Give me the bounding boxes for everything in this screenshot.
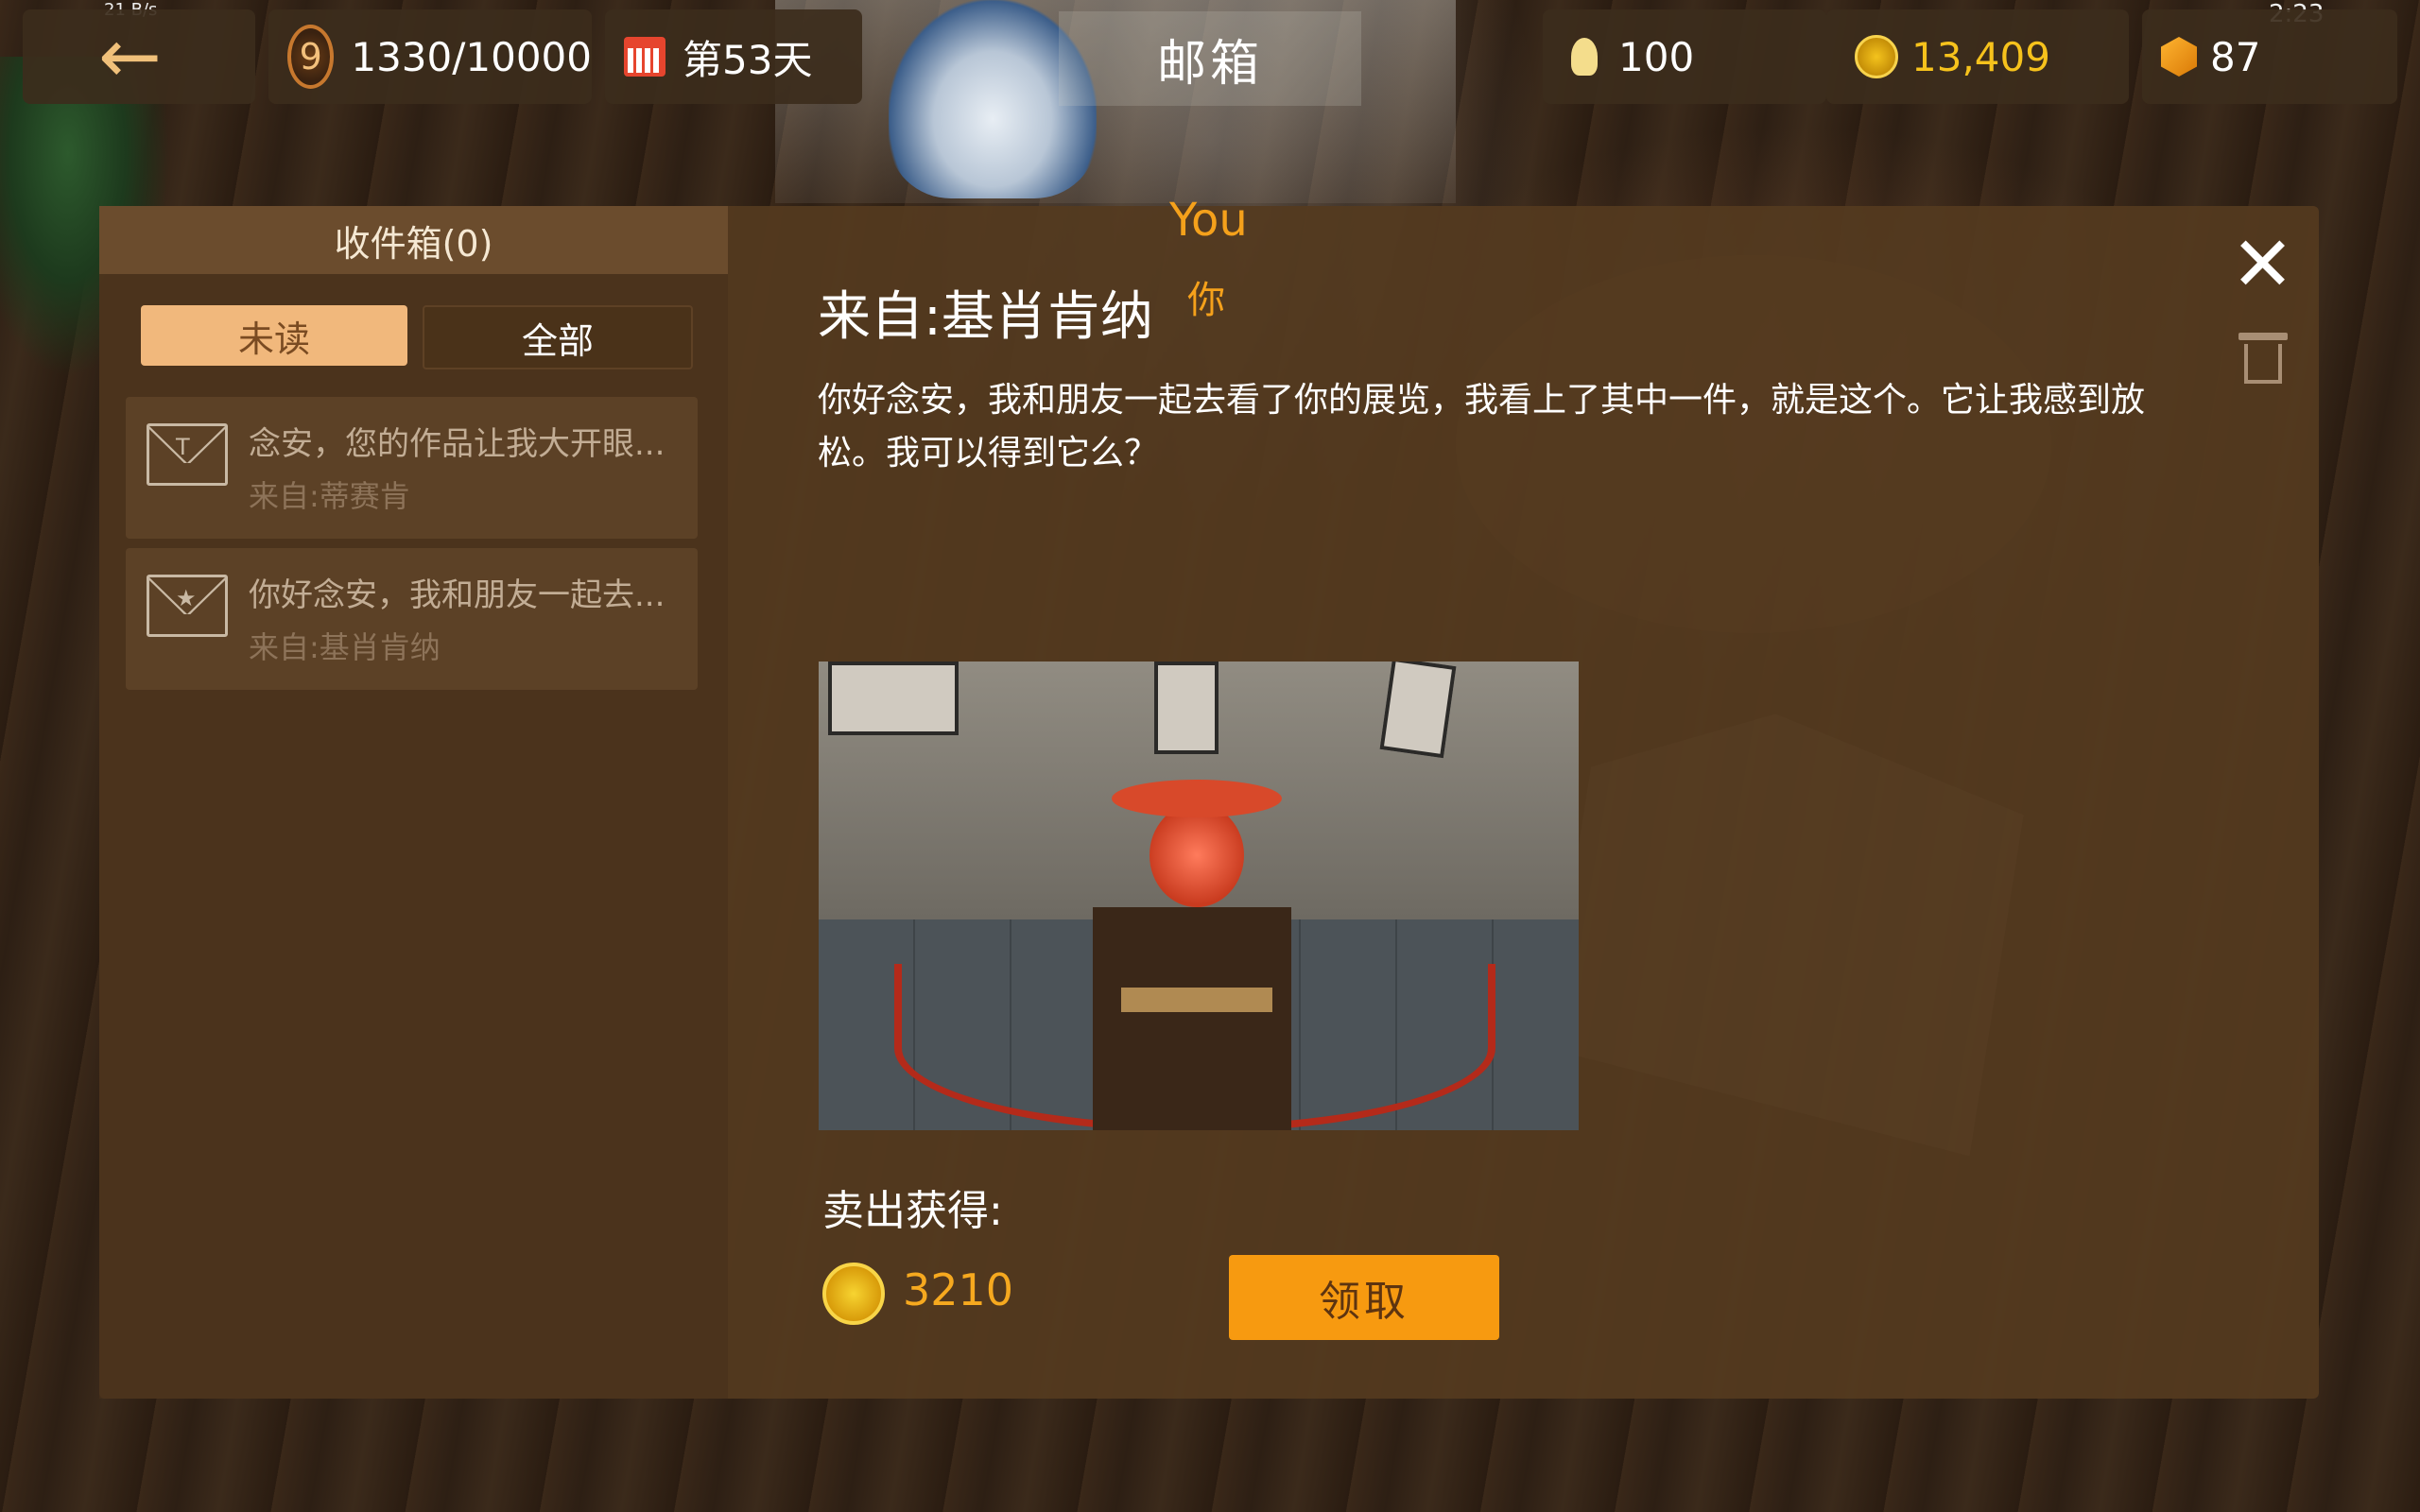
- bulb-count: 100: [1618, 33, 1695, 80]
- overlay-label-zh: 你: [1187, 279, 1225, 322]
- gem-count: 87: [2210, 33, 2261, 80]
- lightbulb-icon: [1571, 38, 1598, 76]
- red-vase: [1150, 803, 1244, 907]
- coin-icon: [1855, 35, 1898, 78]
- mail-list-item[interactable]: ★ 你好念安，我和朋友一起去... 来自:基肖肯纳: [126, 548, 698, 690]
- overlay-label-en: You: [1169, 194, 1248, 247]
- calendar-icon: [624, 37, 666, 77]
- trash-body: [2244, 344, 2282, 384]
- red-vase-lip: [1112, 780, 1282, 817]
- page-title: 邮箱: [1059, 11, 1361, 106]
- mail-body: 你好念安，我和朋友一起去看了你的展览，我看上了其中一件，就是这个。它让我感到放松…: [818, 381, 2146, 472]
- gem-counter: 87: [2142, 9, 2397, 104]
- inbox-sidebar: 收件箱(0) 未读 全部 T 念安，您的作品让我大开眼... 来自:蒂赛肯 ★ …: [99, 206, 728, 1399]
- artwork-photo: [819, 662, 1579, 1130]
- mail-sender: 来自:基肖肯纳: [249, 629, 441, 665]
- coin-count: 13,409: [1911, 33, 2050, 80]
- mail-subject: 念安，您的作品让我大开眼...: [249, 425, 666, 463]
- tab-unread[interactable]: 未读: [141, 305, 407, 366]
- bulb-counter: 100: [1543, 9, 1826, 104]
- back-arrow-icon: ←: [98, 12, 163, 100]
- close-icon[interactable]: ✕: [2231, 227, 2294, 302]
- level-badge: 9: [287, 25, 335, 89]
- envelope-symbol: ★: [176, 585, 197, 611]
- photo-frame: [1379, 662, 1457, 759]
- back-button[interactable]: ←: [23, 9, 255, 104]
- day-text: 第53天: [683, 36, 813, 83]
- mail-list-item[interactable]: T 念安，您的作品让我大开眼... 来自:蒂赛肯: [126, 397, 698, 539]
- photo-frame: [828, 662, 959, 735]
- photo-frame: [1154, 662, 1219, 754]
- mail-sender-title: 来自:基肖肯纳: [818, 286, 1153, 348]
- cube-icon: [2161, 37, 2197, 77]
- sell-label: 卖出获得:: [822, 1187, 1003, 1235]
- day-display: 第53天: [605, 9, 862, 104]
- envelope-icon: T: [147, 423, 228, 486]
- inbox-header: 收件箱(0): [99, 206, 728, 274]
- claim-button[interactable]: 领取: [1229, 1255, 1499, 1340]
- envelope-symbol: T: [176, 434, 190, 460]
- tab-all[interactable]: 全部: [423, 305, 693, 369]
- level-display: 9 1330/10000: [268, 9, 592, 104]
- pedestal: [1093, 907, 1291, 1130]
- pedestal-plaque: [1121, 988, 1272, 1012]
- experience-text: 1330/10000: [351, 33, 592, 80]
- trash-icon[interactable]: [2238, 333, 2288, 384]
- envelope-star-icon: ★: [147, 575, 228, 637]
- mail-subject: 你好念安，我和朋友一起去...: [249, 576, 666, 614]
- sell-price: 3210: [903, 1264, 1014, 1315]
- mail-sender: 来自:蒂赛肯: [249, 478, 410, 514]
- trash-lid: [2238, 333, 2288, 340]
- coin-counter: 13,409: [1826, 9, 2129, 104]
- coin-icon: [822, 1263, 885, 1325]
